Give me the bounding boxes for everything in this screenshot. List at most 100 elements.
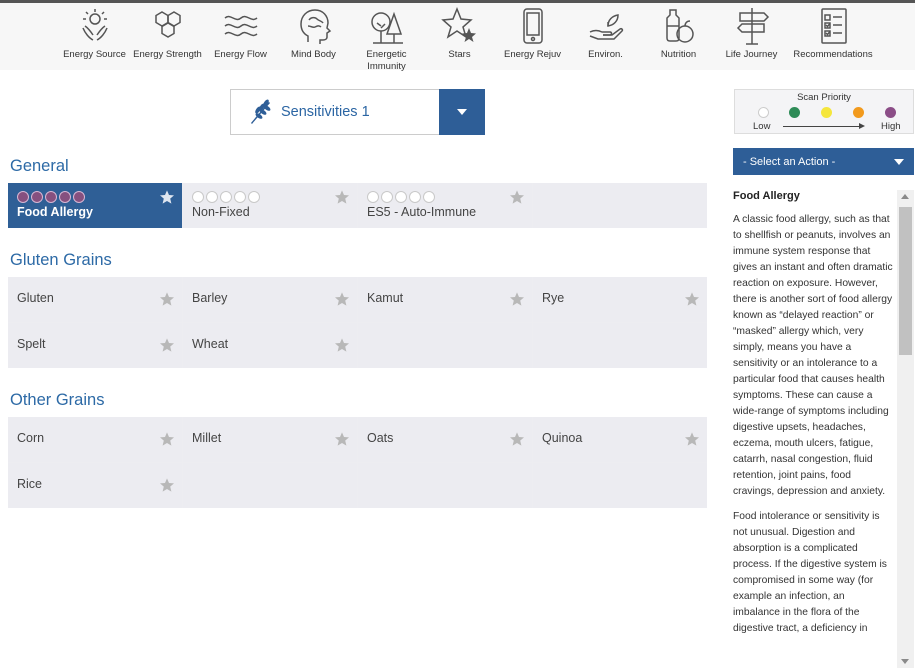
star-icon[interactable] <box>334 291 350 307</box>
test-item-es5-auto-immune[interactable]: ES5 - Auto-Immune <box>358 183 532 228</box>
nav-label: Stars <box>448 49 471 60</box>
test-item-rye[interactable]: Rye <box>533 277 707 322</box>
test-item-rice[interactable]: Rice <box>8 463 182 508</box>
scroll-thumb[interactable] <box>899 207 912 355</box>
energy-source-icon <box>73 4 117 48</box>
test-item-label: ES5 - Auto-Immune <box>367 205 477 219</box>
scroll-up-icon[interactable] <box>901 194 909 199</box>
category-select-toggle[interactable] <box>439 89 485 135</box>
fruit-icon <box>657 4 701 48</box>
priority-dot[interactable] <box>409 191 421 203</box>
priority-dots <box>192 191 260 203</box>
test-item-barley[interactable]: Barley <box>183 277 357 322</box>
priority-dot[interactable] <box>206 191 218 203</box>
hexagon-icon <box>146 4 190 48</box>
priority-dot[interactable] <box>59 191 71 203</box>
star-icon[interactable] <box>509 189 525 205</box>
test-item-quinoa[interactable]: Quinoa <box>533 417 707 462</box>
legend-low-label: Low <box>753 121 771 132</box>
description-title: Food Allergy <box>733 190 800 202</box>
priority-dot[interactable] <box>381 191 393 203</box>
priority-dot[interactable] <box>17 191 29 203</box>
action-select[interactable]: - Select an Action - <box>733 148 914 175</box>
star-icon[interactable] <box>159 337 175 353</box>
test-item-non-fixed[interactable]: Non-Fixed <box>183 183 357 228</box>
star-icon[interactable] <box>159 431 175 447</box>
general-grid: Food Allergy Non-Fixed ES5 - Auto-Immune <box>8 183 707 228</box>
nav-item-life-journey[interactable]: Life Journey <box>715 3 788 73</box>
description-paragraph: Food intolerance or sensitivity is not u… <box>733 511 887 634</box>
priority-dot-green <box>789 107 800 118</box>
priority-dot[interactable] <box>367 191 379 203</box>
test-item-label: Kamut <box>367 291 404 305</box>
priority-dot[interactable] <box>248 191 260 203</box>
nav-item-energetic-immunity[interactable]: Energetic Immunity <box>350 3 423 73</box>
section-title-gluten-grains: Gluten Grains <box>10 251 112 269</box>
waves-icon <box>219 4 263 48</box>
nav-item-energy-flow[interactable]: Energy Flow <box>204 3 277 73</box>
star-icon[interactable] <box>334 189 350 205</box>
priority-dot-high <box>885 107 896 118</box>
star-icon[interactable] <box>159 189 175 205</box>
empty-cell <box>358 323 532 368</box>
star-icon[interactable] <box>684 291 700 307</box>
nav-label: Mind Body <box>291 49 336 60</box>
star-icon[interactable] <box>159 477 175 493</box>
nav-label: Energy Strength <box>133 49 202 60</box>
empty-cell <box>533 323 707 368</box>
test-item-label: Food Allergy <box>17 205 93 219</box>
priority-dot[interactable] <box>423 191 435 203</box>
gluten-grains-grid: Gluten Barley Kamut Rye Spelt Wheat <box>8 277 707 368</box>
priority-dot[interactable] <box>73 191 85 203</box>
nav-item-nutrition[interactable]: Nutrition <box>642 3 715 73</box>
star-icon[interactable] <box>334 431 350 447</box>
star-icon[interactable] <box>334 337 350 353</box>
nav-item-stars[interactable]: Stars <box>423 3 496 73</box>
test-item-oats[interactable]: Oats <box>358 417 532 462</box>
test-item-label: Rice <box>17 477 43 491</box>
nav-item-mind-body[interactable]: Mind Body <box>277 3 350 73</box>
signpost-icon <box>730 4 774 48</box>
stars-icon <box>438 4 482 48</box>
nav-label: Environ. <box>588 49 623 60</box>
priority-dot[interactable] <box>234 191 246 203</box>
description-scrollbar[interactable] <box>897 190 914 668</box>
star-icon[interactable] <box>684 431 700 447</box>
test-item-spelt[interactable]: Spelt <box>8 323 182 368</box>
nav-item-recommendations[interactable]: Recommendations <box>788 3 878 73</box>
priority-dot-orange <box>853 107 864 118</box>
legend-title: Scan Priority <box>797 92 851 103</box>
test-item-label: Corn <box>17 431 45 445</box>
test-item-food-allergy[interactable]: Food Allergy <box>8 183 182 228</box>
star-icon[interactable] <box>509 431 525 447</box>
nav-item-environ[interactable]: Environ. <box>569 3 642 73</box>
test-item-gluten[interactable]: Gluten <box>8 277 182 322</box>
checklist-icon <box>811 4 855 48</box>
scroll-down-icon[interactable] <box>901 659 909 664</box>
section-title-other-grains: Other Grains <box>10 391 105 409</box>
test-item-millet[interactable]: Millet <box>183 417 357 462</box>
test-item-label: Rye <box>542 291 565 305</box>
priority-dot[interactable] <box>31 191 43 203</box>
nav-item-energy-strength[interactable]: Energy Strength <box>131 3 204 73</box>
top-navigation: Energy Source Energy Strength Energy Flo… <box>0 0 915 73</box>
priority-dot-yellow <box>821 107 832 118</box>
priority-dot[interactable] <box>220 191 232 203</box>
wheat-icon <box>251 99 271 124</box>
other-grains-grid: Corn Millet Oats Quinoa Rice <box>8 417 707 508</box>
description-paragraph: A classic food allergy, such as that to … <box>733 214 893 497</box>
category-select[interactable]: Sensitivities 1 <box>230 89 485 135</box>
priority-dots <box>17 191 85 203</box>
priority-dot[interactable] <box>395 191 407 203</box>
section-title-general: General <box>10 157 69 175</box>
test-item-kamut[interactable]: Kamut <box>358 277 532 322</box>
star-icon[interactable] <box>509 291 525 307</box>
priority-dot[interactable] <box>192 191 204 203</box>
nav-label: Life Journey <box>725 49 778 60</box>
nav-item-energy-rejuv[interactable]: Energy Rejuv <box>496 3 569 73</box>
test-item-wheat[interactable]: Wheat <box>183 323 357 368</box>
test-item-corn[interactable]: Corn <box>8 417 182 462</box>
priority-dot[interactable] <box>45 191 57 203</box>
nav-item-energy-source[interactable]: Energy Source <box>58 3 131 73</box>
star-icon[interactable] <box>159 291 175 307</box>
